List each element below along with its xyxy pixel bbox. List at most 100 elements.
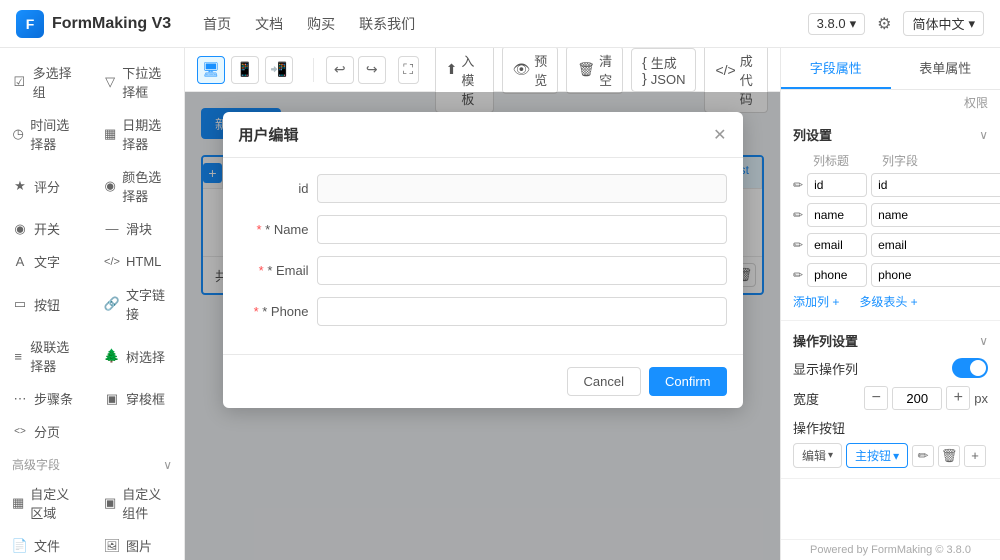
cancel-button[interactable]: Cancel: [567, 367, 641, 396]
sidebar-item-steps[interactable]: ⋯ 步骤条: [0, 382, 92, 415]
checkbox-icon: ☑: [12, 74, 27, 90]
show-ops-label: 显示操作列: [793, 359, 858, 378]
width-input[interactable]: [892, 387, 942, 410]
show-ops-row: 显示操作列: [793, 358, 988, 378]
ops-settings-title: 操作列设置: [793, 331, 858, 350]
email-input[interactable]: [317, 256, 727, 285]
settings-icon[interactable]: ⚙: [877, 14, 891, 34]
generate-json-btn[interactable]: { } 生成JSON: [631, 48, 696, 92]
edit-pencil-email[interactable]: ✏: [793, 238, 803, 252]
sidebar-item-custom-area[interactable]: ▦ 自定义区域: [0, 477, 92, 529]
expand-btn[interactable]: ⛶: [398, 56, 419, 84]
nav-docs[interactable]: 文档: [255, 14, 283, 34]
switch-icon: ◉: [12, 221, 28, 237]
ops-settings-collapse[interactable]: ∨: [979, 334, 988, 348]
id-input[interactable]: [317, 174, 727, 203]
steps-icon: ⋯: [12, 391, 28, 407]
pagination-icon: <>: [12, 424, 28, 440]
modal-body: id * Name * Email * Phone: [223, 158, 743, 354]
sidebar-item-multi-select[interactable]: ☑ 多选择组: [0, 56, 92, 108]
sidebar-item-pagination[interactable]: <> 分页: [0, 415, 92, 448]
edit-pencil-name[interactable]: ✏: [793, 208, 803, 222]
nav-buy[interactable]: 购买: [307, 14, 335, 34]
code-icon: </>: [715, 62, 735, 78]
col-row-name: ✏ 🗑 +: [793, 203, 988, 227]
sidebar-item-html[interactable]: </> HTML: [92, 245, 184, 278]
col-field-phone[interactable]: [871, 263, 1000, 287]
col-header-row: 列标题 列字段: [793, 152, 988, 169]
col-title-id[interactable]: [807, 173, 867, 197]
col-title-email[interactable]: [807, 233, 867, 257]
col-title-name[interactable]: [807, 203, 867, 227]
col-field-id[interactable]: [871, 173, 1000, 197]
sidebar-label-text: 文字: [34, 252, 60, 271]
modal-close-btn[interactable]: ✕: [713, 125, 726, 145]
dropdown-icon: ▽: [104, 74, 116, 90]
sidebar-item-time-picker[interactable]: ◷ 时间选择器: [0, 108, 92, 160]
nav-contact[interactable]: 联系我们: [359, 14, 415, 34]
edit-pencil-id[interactable]: ✏: [793, 178, 803, 192]
edit-btn-label: 编辑: [802, 447, 826, 464]
transfer-icon: ▣: [104, 391, 120, 407]
tree-icon: 🌲: [104, 348, 120, 364]
sidebar-item-switch[interactable]: ◉ 开关: [0, 212, 92, 245]
star-icon: ★: [12, 178, 28, 194]
sidebar-item-file[interactable]: 📄 文件: [0, 529, 92, 560]
width-increase-btn[interactable]: +: [946, 386, 970, 410]
col-settings-collapse[interactable]: ∨: [979, 128, 988, 142]
sidebar-item-color[interactable]: ◉ 颜色选择器: [92, 160, 184, 212]
sidebar-item-tree[interactable]: 🌲 树选择: [92, 330, 184, 382]
sidebar-item-date-picker[interactable]: ▦ 日期选择器: [92, 108, 184, 160]
edit-btn-tag[interactable]: 编辑 ▾: [793, 443, 842, 468]
tab-field-props[interactable]: 字段属性: [781, 48, 891, 89]
sidebar-item-image[interactable]: 🖼 图片: [92, 529, 184, 560]
ops-delete-btn[interactable]: 🗑: [938, 445, 960, 467]
undo-btn[interactable]: ↩: [326, 56, 354, 84]
phone-input[interactable]: [317, 297, 727, 326]
add-col-link[interactable]: 添加列 +: [793, 293, 839, 310]
advanced-section-title[interactable]: 高级字段 ∨: [0, 448, 184, 477]
primary-btn-tag[interactable]: 主按钮 ▾: [846, 443, 908, 468]
col-field-name[interactable]: [871, 203, 1000, 227]
powered-by: Powered by FormMaking © 3.8.0: [781, 539, 1000, 560]
sidebar-label-tree: 树选择: [126, 347, 165, 366]
sidebar-item-rating[interactable]: ★ 评分: [0, 160, 92, 212]
clear-btn[interactable]: 🗑 清空: [566, 48, 623, 94]
sidebar-item-slider[interactable]: — 滑块: [92, 212, 184, 245]
version-select[interactable]: 3.8.0 ▾: [808, 13, 865, 35]
language-select[interactable]: 简体中文 ▾: [903, 11, 984, 36]
name-input[interactable]: [317, 215, 727, 244]
advanced-collapse-icon[interactable]: ∨: [163, 458, 172, 472]
sidebar-label-html: HTML: [126, 254, 161, 269]
edit-pencil-phone[interactable]: ✏: [793, 268, 803, 282]
mobile-view-btn[interactable]: 📲: [265, 56, 293, 84]
redo-btn[interactable]: ↪: [358, 56, 386, 84]
show-ops-toggle[interactable]: [952, 358, 988, 378]
col-field-email[interactable]: [871, 233, 1000, 257]
preview-btn[interactable]: 👁 预览: [502, 48, 559, 94]
sidebar-item-link[interactable]: 🔗 文字链接: [92, 278, 184, 330]
col-title-phone[interactable]: [807, 263, 867, 287]
ops-edit-icon-btn[interactable]: ✏: [912, 445, 934, 467]
tablet-view-btn[interactable]: 📱: [231, 56, 259, 84]
sidebar-item-custom-component[interactable]: ▣ 自定义组件: [92, 477, 184, 529]
clear-icon: 🗑: [577, 61, 595, 78]
sidebar-label-steps: 步骤条: [34, 389, 73, 408]
multi-header-link[interactable]: 多级表头 +: [859, 293, 917, 310]
ops-add-btn[interactable]: +: [964, 445, 986, 467]
phone-label: * Phone: [239, 304, 309, 319]
sidebar-label-cascade: 级联选择器: [30, 337, 80, 375]
name-label: * Name: [239, 222, 309, 237]
tab-form-props[interactable]: 表单属性: [891, 48, 1000, 89]
nav-home[interactable]: 首页: [203, 14, 231, 34]
confirm-button[interactable]: Confirm: [649, 367, 727, 396]
sidebar-item-button[interactable]: ▭ 按钮: [0, 278, 92, 330]
desktop-view-btn[interactable]: 🖥: [197, 56, 225, 84]
sidebar-item-transfer[interactable]: ▣ 穿梭框: [92, 382, 184, 415]
hidden-label: 权限: [964, 94, 988, 111]
sidebar-item-cascade[interactable]: ≡ 级联选择器: [0, 330, 92, 382]
form-row-name: * Name: [239, 215, 727, 244]
sidebar-item-dropdown[interactable]: ▽ 下拉选择框: [92, 56, 184, 108]
sidebar-item-text[interactable]: A 文字: [0, 245, 92, 278]
width-decrease-btn[interactable]: −: [864, 386, 888, 410]
